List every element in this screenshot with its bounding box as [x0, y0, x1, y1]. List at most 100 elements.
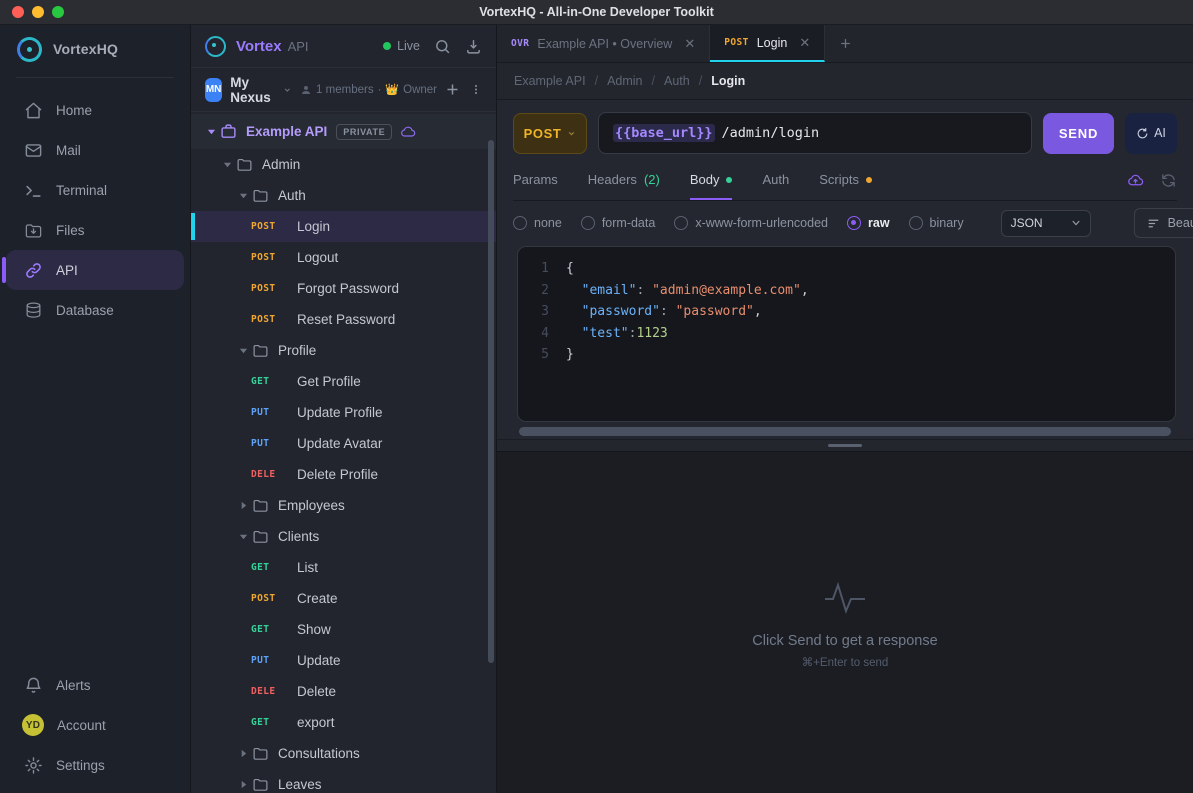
- method-select-button[interactable]: POST: [513, 113, 587, 154]
- folder-admin[interactable]: Admin: [191, 149, 496, 180]
- url-input[interactable]: {{base_url}} /admin/login: [598, 112, 1032, 154]
- chevron-down-icon[interactable]: [235, 532, 252, 542]
- kebab-menu-icon[interactable]: [470, 82, 482, 97]
- request-get-profile[interactable]: GETGet Profile: [191, 366, 496, 397]
- beautify-button[interactable]: Beautify: [1134, 208, 1193, 238]
- close-tab-icon[interactable]: ✕: [799, 35, 810, 51]
- request-forgot-password[interactable]: POSTForgot Password: [191, 273, 496, 304]
- request-tab-params[interactable]: Params: [513, 161, 558, 200]
- sidebar-item-settings[interactable]: Settings: [6, 745, 184, 785]
- request-show[interactable]: GETShow: [191, 614, 496, 645]
- sidebar-item-database[interactable]: Database: [6, 290, 184, 330]
- request-tab-headers[interactable]: Headers(2): [588, 161, 660, 200]
- request-tab-scripts[interactable]: Scripts: [819, 161, 872, 200]
- body-format-select[interactable]: JSON: [1001, 210, 1091, 237]
- url-variable: {{base_url}}: [613, 124, 715, 142]
- add-icon[interactable]: [445, 82, 460, 97]
- sidebar-item-mail[interactable]: Mail: [6, 130, 184, 170]
- chevron-down-icon[interactable]: [235, 346, 252, 356]
- request-logout[interactable]: POSTLogout: [191, 242, 496, 273]
- chevron-down-icon[interactable]: [203, 127, 220, 137]
- request-tab-body[interactable]: Body: [690, 161, 733, 200]
- tree-item-label: Forgot Password: [297, 281, 399, 296]
- request-list[interactable]: GETList: [191, 552, 496, 583]
- folder-profile[interactable]: Profile: [191, 335, 496, 366]
- sidebar-item-account[interactable]: YDAccount: [6, 705, 184, 745]
- breadcrumb-item-admin[interactable]: Admin: [607, 74, 642, 88]
- body-type-x-www-form-urlencoded[interactable]: x-www-form-urlencoded: [674, 216, 828, 230]
- request-tab-auth[interactable]: Auth: [762, 161, 789, 200]
- request-delete-profile[interactable]: DELEDelete Profile: [191, 459, 496, 490]
- chevron-down-icon: [1071, 218, 1081, 228]
- request-reset-password[interactable]: POSTReset Password: [191, 304, 496, 335]
- body-type-none[interactable]: none: [513, 216, 562, 230]
- folder-clients[interactable]: Clients: [191, 521, 496, 552]
- chevron-right-icon[interactable]: [235, 501, 252, 511]
- code-line: 4 "test":1123: [518, 323, 1175, 345]
- breadcrumb-item-example-api[interactable]: Example API: [514, 74, 586, 88]
- import-download-icon[interactable]: [465, 38, 482, 55]
- tab-example-api-overview[interactable]: OVR Example API • Overview ✕: [497, 25, 710, 62]
- close-window-button[interactable]: [12, 6, 24, 18]
- minimize-window-button[interactable]: [32, 6, 44, 18]
- close-tab-icon[interactable]: ✕: [684, 36, 695, 52]
- folder-leaves[interactable]: Leaves: [191, 769, 496, 793]
- modified-dot: [726, 177, 732, 183]
- breadcrumb-item-login[interactable]: Login: [711, 74, 745, 88]
- editor-hscrollbar: [519, 425, 1171, 437]
- sidebar-item-api[interactable]: API: [6, 250, 184, 290]
- sidebar-item-home[interactable]: Home: [6, 90, 184, 130]
- request-login[interactable]: POSTLogin: [191, 211, 496, 242]
- request-update-profile[interactable]: PUTUpdate Profile: [191, 397, 496, 428]
- body-type-label: binary: [930, 216, 964, 230]
- collection-example-api[interactable]: Example APIPRIVATE: [191, 114, 496, 149]
- body-type-raw[interactable]: raw: [847, 216, 890, 230]
- code-token: {: [566, 258, 574, 280]
- request-config-tabs: Params Headers(2) Body Auth Scripts: [513, 161, 1177, 201]
- search-icon[interactable]: [434, 38, 451, 55]
- chevron-down-icon[interactable]: [219, 160, 236, 170]
- chevron-down-icon[interactable]: [235, 191, 252, 201]
- request-update-avatar[interactable]: PUTUpdate Avatar: [191, 428, 496, 459]
- ai-button[interactable]: AI: [1125, 113, 1177, 154]
- sidebar-item-files[interactable]: Files: [6, 210, 184, 250]
- code-token: [566, 301, 582, 323]
- body-type-binary[interactable]: binary: [909, 216, 964, 230]
- tree-item-label: Show: [297, 622, 331, 637]
- body-type-form-data[interactable]: form-data: [581, 216, 656, 230]
- editor-hscrollbar-thumb[interactable]: [519, 427, 1171, 436]
- tree-scrollbar[interactable]: [488, 140, 494, 663]
- zoom-window-button[interactable]: [52, 6, 64, 18]
- request-delete[interactable]: DELEDelete: [191, 676, 496, 707]
- method-badge: DELE: [251, 469, 287, 480]
- ai-sparkle-icon: [1136, 127, 1149, 140]
- folder-auth[interactable]: Auth: [191, 180, 496, 211]
- folder-employees[interactable]: Employees: [191, 490, 496, 521]
- body-editor[interactable]: 1{2 "email": "admin@example.com",3 "pass…: [517, 246, 1176, 422]
- meta-separator: ·: [378, 84, 382, 96]
- request-update[interactable]: PUTUpdate: [191, 645, 496, 676]
- request-create[interactable]: POSTCreate: [191, 583, 496, 614]
- breadcrumb-item-auth[interactable]: Auth: [664, 74, 690, 88]
- request-export[interactable]: GETexport: [191, 707, 496, 738]
- panel-splitter[interactable]: [497, 439, 1193, 452]
- folder-consultations[interactable]: Consultations: [191, 738, 496, 769]
- sync-icon[interactable]: [1160, 172, 1177, 189]
- sidebar-item-terminal[interactable]: Terminal: [6, 170, 184, 210]
- chevron-right-icon[interactable]: [235, 749, 252, 759]
- briefcase-icon: [220, 123, 237, 140]
- radio-icon: [909, 216, 923, 230]
- folder-icon: [252, 528, 269, 545]
- members-icon: [300, 84, 312, 96]
- workspace-row[interactable]: MN My Nexus 1 members · 👑 Owner: [191, 68, 496, 112]
- home-icon: [24, 101, 43, 120]
- new-tab-button[interactable]: [825, 25, 865, 62]
- tab-login[interactable]: POST Login ✕: [710, 25, 825, 62]
- tab-badge: POST: [724, 37, 748, 48]
- chevron-right-icon[interactable]: [235, 780, 252, 790]
- sidebar-item-alerts[interactable]: Alerts: [6, 665, 184, 705]
- send-button[interactable]: SEND: [1043, 113, 1114, 154]
- cloud-save-icon[interactable]: [1127, 172, 1144, 189]
- beautify-icon: [1147, 217, 1160, 230]
- chevron-down-icon[interactable]: [283, 84, 292, 96]
